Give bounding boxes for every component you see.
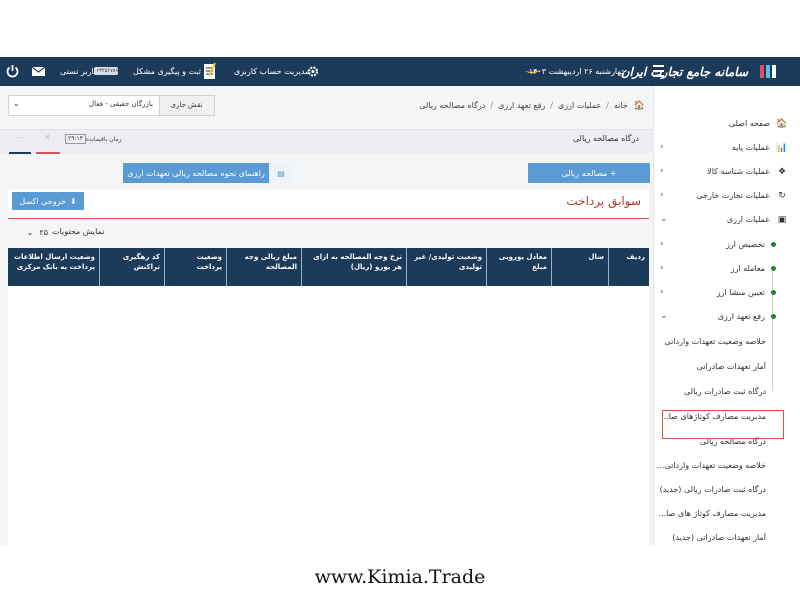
home-icon[interactable]: 🏠 — [634, 101, 645, 111]
sidebar-leaf[interactable]: خلاصه وضعیت تعهدات وارداتی... — [654, 453, 800, 477]
column-header[interactable]: وضعیت تولیدی/ غیر تولیدی — [406, 248, 486, 286]
sidebar: 🏠 صفحه اصلی 📊 عملیات پایه ‹ ❖ عملیات شنا… — [653, 86, 800, 545]
payment-history-panel: سوابق پرداخت ⬇ خروجی اکسل — [8, 189, 649, 219]
watermark-url: www.Kimia.Trade — [314, 566, 486, 588]
column-header[interactable]: مبلغ ریالی وجه المصالحه — [226, 248, 301, 286]
account-management-link[interactable]: مدیریت حساب کاربری — [234, 57, 309, 86]
mail-icon[interactable] — [32, 67, 45, 76]
crescent-icon — [525, 70, 541, 74]
timer-value: ۲۹:۱۴ — [65, 134, 86, 144]
sidebar-leaf[interactable]: درگاه ثبت صادرات ریالی — [654, 379, 800, 403]
breadcrumb-currency-commitment[interactable]: رفع تعهد ارزی — [498, 101, 545, 110]
column-header[interactable]: ردیف — [608, 248, 649, 286]
app-logo-text: سامانه جامع تجارت ایران — [620, 64, 748, 79]
chevron-left-icon: ‹ — [660, 263, 664, 273]
tab-reconcile-gateway[interactable]: درگاه مصالحه ریالی — [573, 134, 639, 143]
sidebar-item-foreign-trade[interactable]: ↻ عملیات تجارت خارجی ‹ — [654, 184, 800, 207]
highlight-box — [662, 410, 784, 439]
sidebar-item-basic-ops[interactable]: 📊 عملیات پایه ‹ — [654, 136, 800, 159]
guide-button-label: راهنمای نحوه مصالحه ریالی تعهدات ارزی — [127, 168, 265, 178]
chevron-down-icon: ⌄ — [660, 311, 668, 321]
excel-export-label: خروجی اکسل — [19, 196, 66, 206]
add-reconcile-button[interactable]: + مصالحه ریالی — [528, 163, 650, 183]
sidebar-leaf[interactable]: آمار تعهدات صادراتی (جدید) — [654, 525, 800, 545]
status-dot — [771, 242, 776, 247]
money-icon: ▣ — [777, 214, 787, 225]
chevron-left-icon: ‹ — [660, 190, 664, 200]
sidebar-item-home[interactable]: 🏠 صفحه اصلی — [654, 112, 800, 135]
page-size-select[interactable]: ۲۵ ⌄ — [8, 224, 48, 240]
timer-label: زمان باقیمانده — [85, 135, 122, 143]
column-header[interactable]: سال — [551, 248, 608, 286]
sidebar-leaf[interactable]: آمار تعهدات صادراتی — [654, 354, 800, 378]
chevron-left-icon: ‹ — [660, 142, 664, 152]
column-header[interactable]: وضعیت ارسال اطلاعات پرداخت به بانک مرکزی — [8, 248, 99, 286]
top-navbar: سامانه جامع تجارت ایران چهارشنبه ۲۶ اردی… — [0, 57, 800, 86]
column-header[interactable]: وضعیت پرداخت — [164, 248, 226, 286]
refresh-icon: ↻ — [778, 190, 786, 201]
sidebar-item-currency-ops[interactable]: ▣ عملیات ارزی ⌄ — [654, 208, 800, 231]
role-label: نقش جاری — [158, 95, 215, 116]
page-size-value: ۲۵ — [39, 227, 48, 237]
column-header[interactable]: کد رهگیری تراکنش — [99, 248, 164, 286]
download-icon: ⬇ — [69, 196, 77, 206]
document-icon: ▤ — [269, 163, 293, 183]
app-window: سامانه جامع تجارت ایران چهارشنبه ۲۶ اردی… — [0, 57, 800, 545]
status-dot — [771, 266, 776, 271]
cubes-icon: ❖ — [777, 166, 787, 177]
excel-export-button[interactable]: ⬇ خروجی اکسل — [12, 192, 84, 210]
status-dot — [771, 314, 776, 319]
sidebar-subitem[interactable]: تعیین منشا ارز ‹ — [654, 281, 800, 304]
sidebar-leaf[interactable]: خلاصه وضعیت تعهدات وارداتی — [654, 329, 800, 353]
status-dot — [771, 290, 776, 295]
chevron-down-icon: ⌄ — [13, 99, 20, 108]
breadcrumb: 🏠 خانه / عملیات ارزی / رفع تعهد ارزی / د… — [419, 100, 645, 111]
chevron-down-icon: ⌄ — [660, 214, 668, 224]
sidebar-subitem[interactable]: تخصیص ارز ‹ — [654, 233, 800, 256]
breadcrumb-currency-ops[interactable]: عملیات ارزی — [558, 101, 601, 110]
tab-indicator — [9, 152, 31, 154]
breadcrumb-current: درگاه مصالحه ریالی — [419, 101, 486, 110]
chevron-down-icon: ⌄ — [26, 227, 34, 237]
chevron-left-icon: ‹ — [660, 166, 664, 176]
more-icon[interactable]: ⋯ — [17, 133, 25, 142]
breadcrumb-home[interactable]: خانه — [614, 101, 628, 110]
chevron-left-icon: ‹ — [660, 239, 664, 249]
payments-table-header: ردیف سال معادل یورویی مبلغ وضعیت تولیدی/… — [8, 248, 649, 286]
sidebar-leaf[interactable]: درگاه ثبت صادرات ریالی (جدید) — [654, 477, 800, 501]
tab-strip: درگاه مصالحه ریالی زمان باقیمانده ۲۹:۱۴ … — [0, 129, 653, 154]
chart-icon: 📊 — [776, 142, 788, 153]
payments-table-body — [8, 286, 649, 545]
power-icon[interactable] — [6, 64, 19, 78]
home-icon: 🏠 — [776, 118, 788, 129]
user-name[interactable]: کاربر تستی — [60, 57, 98, 86]
menu-toggle-icon[interactable] — [653, 65, 664, 77]
sidebar-subitem[interactable]: معامله ارز ‹ — [654, 257, 800, 280]
logo-icon — [758, 62, 778, 81]
role-select-value: بازرگان حقیقی - فعال — [89, 100, 153, 108]
guide-button[interactable]: ▤ راهنمای نحوه مصالحه ریالی تعهدات ارزی — [123, 163, 293, 183]
chevron-left-icon: ‹ — [660, 287, 664, 297]
current-date: چهارشنبه ۲۶ اردیبهشت ۱۴۰۳ — [529, 67, 626, 76]
column-header[interactable]: معادل یورویی مبلغ — [486, 248, 551, 286]
issue-tracking-link[interactable]: ثبت و پیگیری مشکل — [133, 57, 201, 86]
sidebar-item-goods-id[interactable]: ❖ عملیات شناسه کالا ‹ — [654, 160, 800, 183]
sidebar-leaf[interactable]: مدیریت مصارف کوتاژ های صا... — [654, 501, 800, 525]
role-select[interactable]: بازرگان حقیقی - فعال ⌄ — [8, 95, 160, 116]
page-size-label: نمایش محتویات — [52, 227, 105, 236]
session-timer: زمان باقیمانده ۲۹:۱۴ — [62, 134, 122, 144]
notebook-icon[interactable] — [203, 62, 217, 80]
sidebar-subitem-active[interactable]: رفع تعهد ارزی ⌄ — [654, 305, 800, 328]
column-header[interactable]: نرخ وجه المصالحه به ازای هر یورو (ریال) — [301, 248, 406, 286]
close-icon[interactable]: ✕ — [44, 133, 51, 142]
panel-title: سوابق پرداخت — [566, 194, 641, 208]
tab-indicator-active — [36, 152, 60, 154]
